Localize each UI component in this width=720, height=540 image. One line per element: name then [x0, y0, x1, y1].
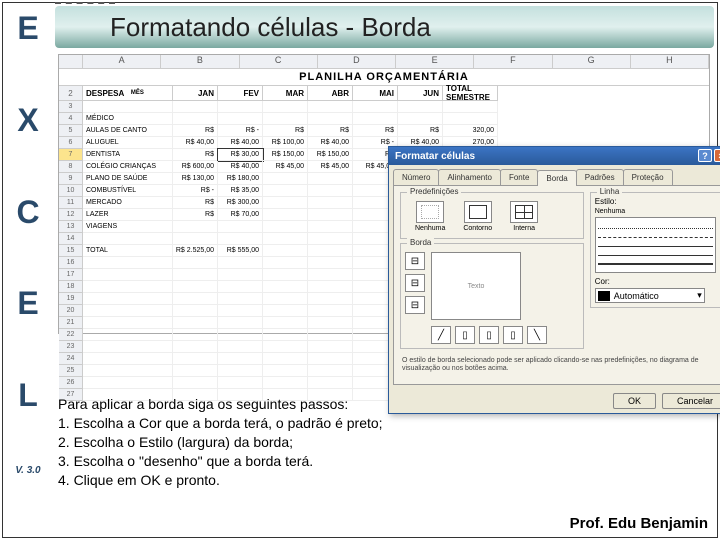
- border-preview[interactable]: Texto: [431, 252, 521, 320]
- content-area: ABCDEFGH PLANILHA ORÇAMENTÁRIA 2 DESPESA…: [58, 54, 710, 334]
- sheet-title: PLANILHA ORÇAMENTÁRIA: [59, 69, 709, 86]
- border-top-button[interactable]: ⊟: [405, 252, 425, 270]
- table-row: 5AULAS DE CANTOR$R$ -R$R$R$R$320,00: [59, 125, 709, 137]
- presets-group: Predefinições Nenhuma Contorno Interna: [400, 192, 584, 239]
- sidebar-letter: L: [6, 373, 50, 418]
- border-vcenter-button[interactable]: ▯: [479, 326, 499, 344]
- version-label: V. 3.0: [6, 465, 50, 476]
- border-right-button[interactable]: ▯: [503, 326, 523, 344]
- instructions-text: Para aplicar a borda siga os seguintes p…: [58, 395, 710, 489]
- preset-inside-button[interactable]: Interna: [510, 201, 538, 232]
- table-row: 4MÉDICO: [59, 113, 709, 125]
- sidebar-letters: E X C E L V. 3.0: [6, 6, 50, 476]
- border-middle-button[interactable]: ⊟: [405, 274, 425, 292]
- tab-font[interactable]: Fonte: [500, 169, 538, 185]
- dialog-title-text: Formatar células: [395, 151, 475, 162]
- dialog-tabs: Número Alinhamento Fonte Borda Padrões P…: [389, 165, 720, 185]
- page-title: Formatando células - Borda: [110, 12, 431, 43]
- dialog-body: Predefinições Nenhuma Contorno Interna B…: [393, 185, 720, 385]
- format-cells-dialog: Formatar células ? × Número Alinhamento …: [388, 146, 720, 414]
- tab-alignment[interactable]: Alinhamento: [438, 169, 500, 185]
- chevron-down-icon: ▾: [697, 290, 702, 301]
- column-headers: ABCDEFGH: [59, 55, 709, 69]
- slide-header: Formatando células - Borda: [55, 6, 714, 48]
- border-bottom-button[interactable]: ⊟: [405, 296, 425, 314]
- author-footer: Prof. Edu Benjamin: [570, 515, 708, 532]
- help-icon[interactable]: ?: [698, 149, 712, 162]
- color-dropdown[interactable]: Automático ▾: [595, 288, 705, 303]
- border-left-button[interactable]: ▯: [455, 326, 475, 344]
- preset-none-button[interactable]: Nenhuma: [415, 201, 445, 232]
- border-group: Borda ⊟ ⊟ ⊟ Texto ╱ ▯ ▯ ▯ ╲: [400, 243, 584, 349]
- tab-protection[interactable]: Proteção: [623, 169, 673, 185]
- preset-outline-button[interactable]: Contorno: [463, 201, 492, 232]
- tab-patterns[interactable]: Padrões: [576, 169, 624, 185]
- border-diag1-button[interactable]: ╱: [431, 326, 451, 344]
- sidebar-letter: C: [6, 190, 50, 235]
- tab-border[interactable]: Borda: [537, 170, 576, 186]
- sidebar-letter: E: [6, 6, 50, 51]
- sidebar-letter: E: [6, 281, 50, 326]
- tab-number[interactable]: Número: [393, 169, 439, 185]
- table-header-row: 2 DESPESA MÊS JANFEVMARABRMAIJUNTOTAL SE…: [59, 86, 709, 101]
- dialog-titlebar[interactable]: Formatar células ? ×: [389, 147, 720, 165]
- close-icon[interactable]: ×: [714, 149, 720, 162]
- line-group: Linha Estilo: Nenhuma Cor: Automático ▾: [590, 192, 720, 308]
- border-diag2-button[interactable]: ╲: [527, 326, 547, 344]
- color-swatch: [598, 291, 610, 301]
- hint-text: O estilo de borda selecionado pode ser a…: [400, 353, 720, 378]
- line-style-picker[interactable]: [595, 217, 716, 273]
- sidebar-letter: X: [6, 98, 50, 143]
